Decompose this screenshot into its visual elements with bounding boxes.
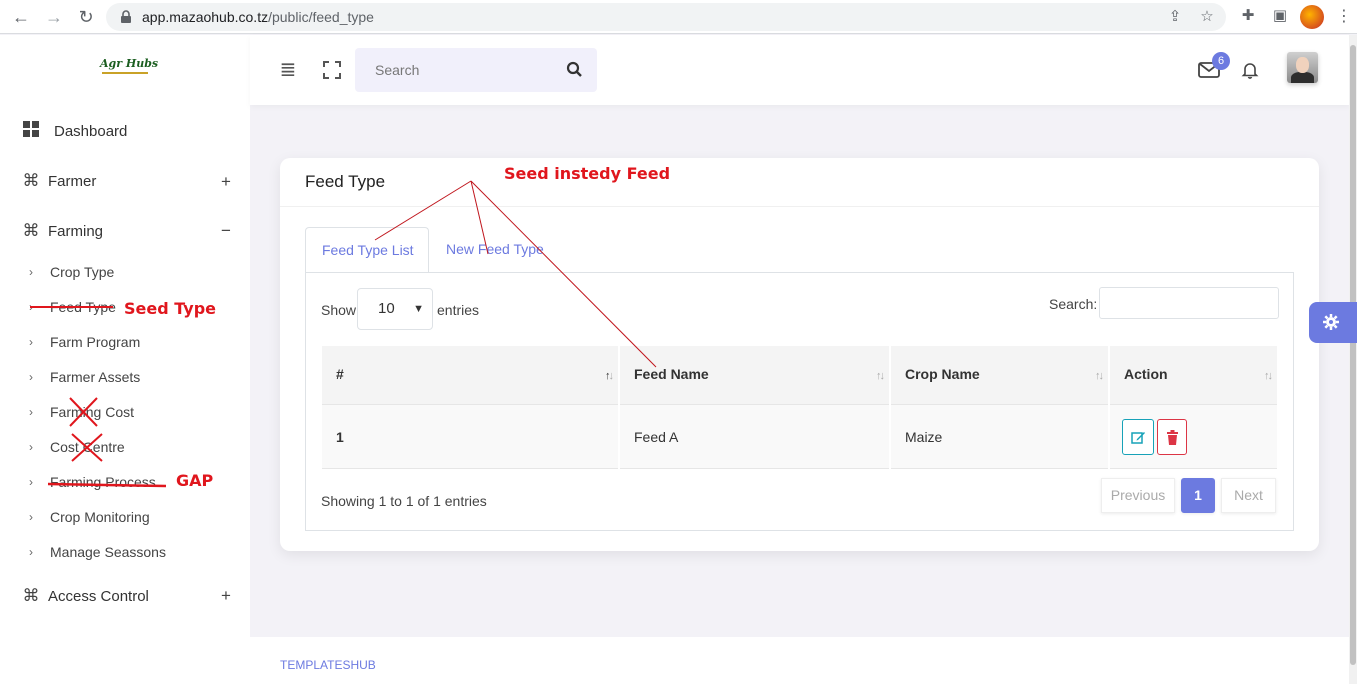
browser-profile-avatar[interactable] [1300, 5, 1324, 29]
page-scrollbar[interactable] [1349, 35, 1357, 684]
tab-feed-type-list[interactable]: Feed Type List [305, 227, 429, 273]
menu-toggle-icon[interactable]: ≣ [277, 59, 299, 81]
share-icon[interactable]: ⇪ [1166, 8, 1184, 26]
footer-link[interactable]: TEMPLATESHUB [280, 658, 376, 672]
page-length-select[interactable]: 10 ▼ [357, 288, 433, 330]
sidebar-item-label: Dashboard [54, 122, 128, 140]
extensions-icon[interactable]: ✚ [1238, 6, 1258, 26]
sidebar-subitem-farming-process[interactable]: › Farming Process [29, 472, 156, 492]
chevron-right-icon: › [29, 300, 33, 314]
header-search-input[interactable] [355, 48, 555, 92]
tab-new-feed-type[interactable]: New Feed Type [430, 227, 560, 273]
forward-arrow-icon[interactable]: → [43, 6, 65, 28]
delete-button[interactable] [1157, 419, 1187, 455]
command-icon: ⌘ [22, 171, 40, 190]
trash-icon [1167, 430, 1178, 445]
header-search [355, 48, 597, 92]
sidebar-subitem-feed-type[interactable]: › Feed Type [29, 297, 116, 317]
chevron-down-icon: ▼ [413, 303, 424, 315]
command-icon: ⌘ [22, 221, 40, 240]
grid-icon [20, 120, 42, 142]
chevron-right-icon: › [29, 440, 33, 454]
sidebar-subitem-farming-cost[interactable]: › Farming Cost [29, 402, 134, 422]
page-title: Feed Type [305, 172, 386, 191]
annotation-sidebar-note: Seed Type [124, 299, 216, 318]
sort-icon: ↑↓ [876, 370, 885, 382]
pagination-next[interactable]: Next [1221, 478, 1276, 513]
pagination-page-1[interactable]: 1 [1181, 478, 1215, 513]
side-panel-icon[interactable]: ▣ [1270, 6, 1290, 26]
browser-menu-icon[interactable]: ⋮ [1336, 7, 1352, 27]
sidebar-item-access-control[interactable]: ⌘ Access Control [20, 583, 149, 609]
sidebar-subitem-crop-monitoring[interactable]: › Crop Monitoring [29, 507, 150, 527]
reload-icon[interactable]: ↻ [75, 6, 97, 28]
theme-settings-button[interactable] [1309, 302, 1357, 343]
user-avatar[interactable] [1287, 52, 1318, 83]
table-info: Showing 1 to 1 of 1 entries [321, 493, 487, 509]
sidebar-item-label: Farming [48, 222, 104, 240]
sidebar-subitem-manage-seassons[interactable]: › Manage Seassons [29, 542, 166, 562]
sidebar: Agr Hubs Dashboard ⌘ Farmer + ⌘ Farming … [0, 35, 250, 684]
star-icon[interactable]: ☆ [1198, 8, 1216, 26]
sidebar-subitem-crop-type[interactable]: › Crop Type [29, 262, 114, 282]
lock-icon [121, 10, 131, 23]
table-cell-crop-name: Maize [891, 404, 1108, 469]
sidebar-subitem-cost-centre[interactable]: › Cost Centre [29, 437, 125, 457]
sidebar-item-dashboard[interactable]: Dashboard [20, 118, 127, 144]
column-header-action[interactable]: Action ↑↓ [1110, 346, 1277, 404]
top-header: ≣ 6 [250, 35, 1350, 105]
sidebar-item-label: Access Control [48, 587, 149, 605]
expand-plus-icon[interactable]: + [221, 172, 231, 192]
table-cell-feed-name: Feed A [620, 404, 889, 469]
show-label: Show [321, 302, 357, 318]
chevron-right-icon: › [29, 475, 33, 489]
expand-plus-icon[interactable]: + [221, 586, 231, 606]
bell-icon[interactable] [1240, 60, 1260, 80]
sidebar-subitem-farm-program[interactable]: › Farm Program [29, 332, 140, 352]
back-arrow-icon[interactable]: ← [10, 6, 32, 28]
logo-underline [102, 72, 148, 74]
feed-type-card: Feed Type Feed Type List New Feed Type S… [280, 158, 1319, 551]
chevron-right-icon: › [29, 370, 33, 384]
url-text: app.mazaohub.co.tz/public/feed_type [142, 9, 374, 25]
footer: TEMPLATESHUB [250, 637, 1349, 684]
table-cell-id: 1 [322, 404, 618, 469]
edit-button[interactable] [1122, 419, 1154, 455]
sort-icon: ↑↓ [1095, 370, 1104, 382]
sidebar-item-farming[interactable]: ⌘ Farming [20, 218, 104, 244]
chevron-right-icon: › [29, 265, 33, 279]
table-search-input[interactable] [1099, 287, 1279, 319]
mail-count-badge: 6 [1212, 52, 1230, 70]
chevron-right-icon: › [29, 405, 33, 419]
sort-icon: ↑↓ [605, 370, 614, 382]
command-icon: ⌘ [22, 586, 40, 605]
chevron-right-icon: › [29, 545, 33, 559]
sort-icon: ↑↓ [1264, 370, 1273, 382]
fullscreen-icon[interactable] [321, 59, 343, 81]
column-header-feed-name[interactable]: Feed Name ↑↓ [620, 346, 889, 404]
chevron-right-icon: › [29, 510, 33, 524]
annotation-title-note: Seed instedy Feed [504, 164, 671, 183]
column-header-id[interactable]: # ↑↓ [322, 346, 618, 404]
sidebar-item-farmer[interactable]: ⌘ Farmer [20, 168, 97, 194]
browser-toolbar: ← → ↻ app.mazaohub.co.tz/public/feed_typ… [0, 0, 1357, 34]
gear-icon [1323, 314, 1339, 330]
pagination-previous[interactable]: Previous [1101, 478, 1175, 513]
sidebar-item-label: Farmer [48, 172, 97, 190]
tab-panel: Show 10 ▼ entries Search: # ↑↓ Feed Name… [305, 272, 1294, 531]
entries-label: entries [437, 302, 480, 318]
brand-logo[interactable]: Agr Hubs [100, 57, 158, 70]
column-header-crop-name[interactable]: Crop Name ↑↓ [891, 346, 1108, 404]
collapse-minus-icon[interactable]: − [221, 221, 231, 241]
annotation-gap-note: GAP [176, 471, 214, 490]
sidebar-subitem-farmer-assets[interactable]: › Farmer Assets [29, 367, 140, 387]
table-search-label: Search: [1049, 296, 1098, 312]
address-bar[interactable]: app.mazaohub.co.tz/public/feed_type ⇪ ☆ [106, 3, 1226, 31]
table-cell-action [1110, 404, 1277, 469]
search-icon[interactable] [565, 60, 585, 80]
chevron-right-icon: › [29, 335, 33, 349]
edit-icon [1131, 432, 1145, 444]
